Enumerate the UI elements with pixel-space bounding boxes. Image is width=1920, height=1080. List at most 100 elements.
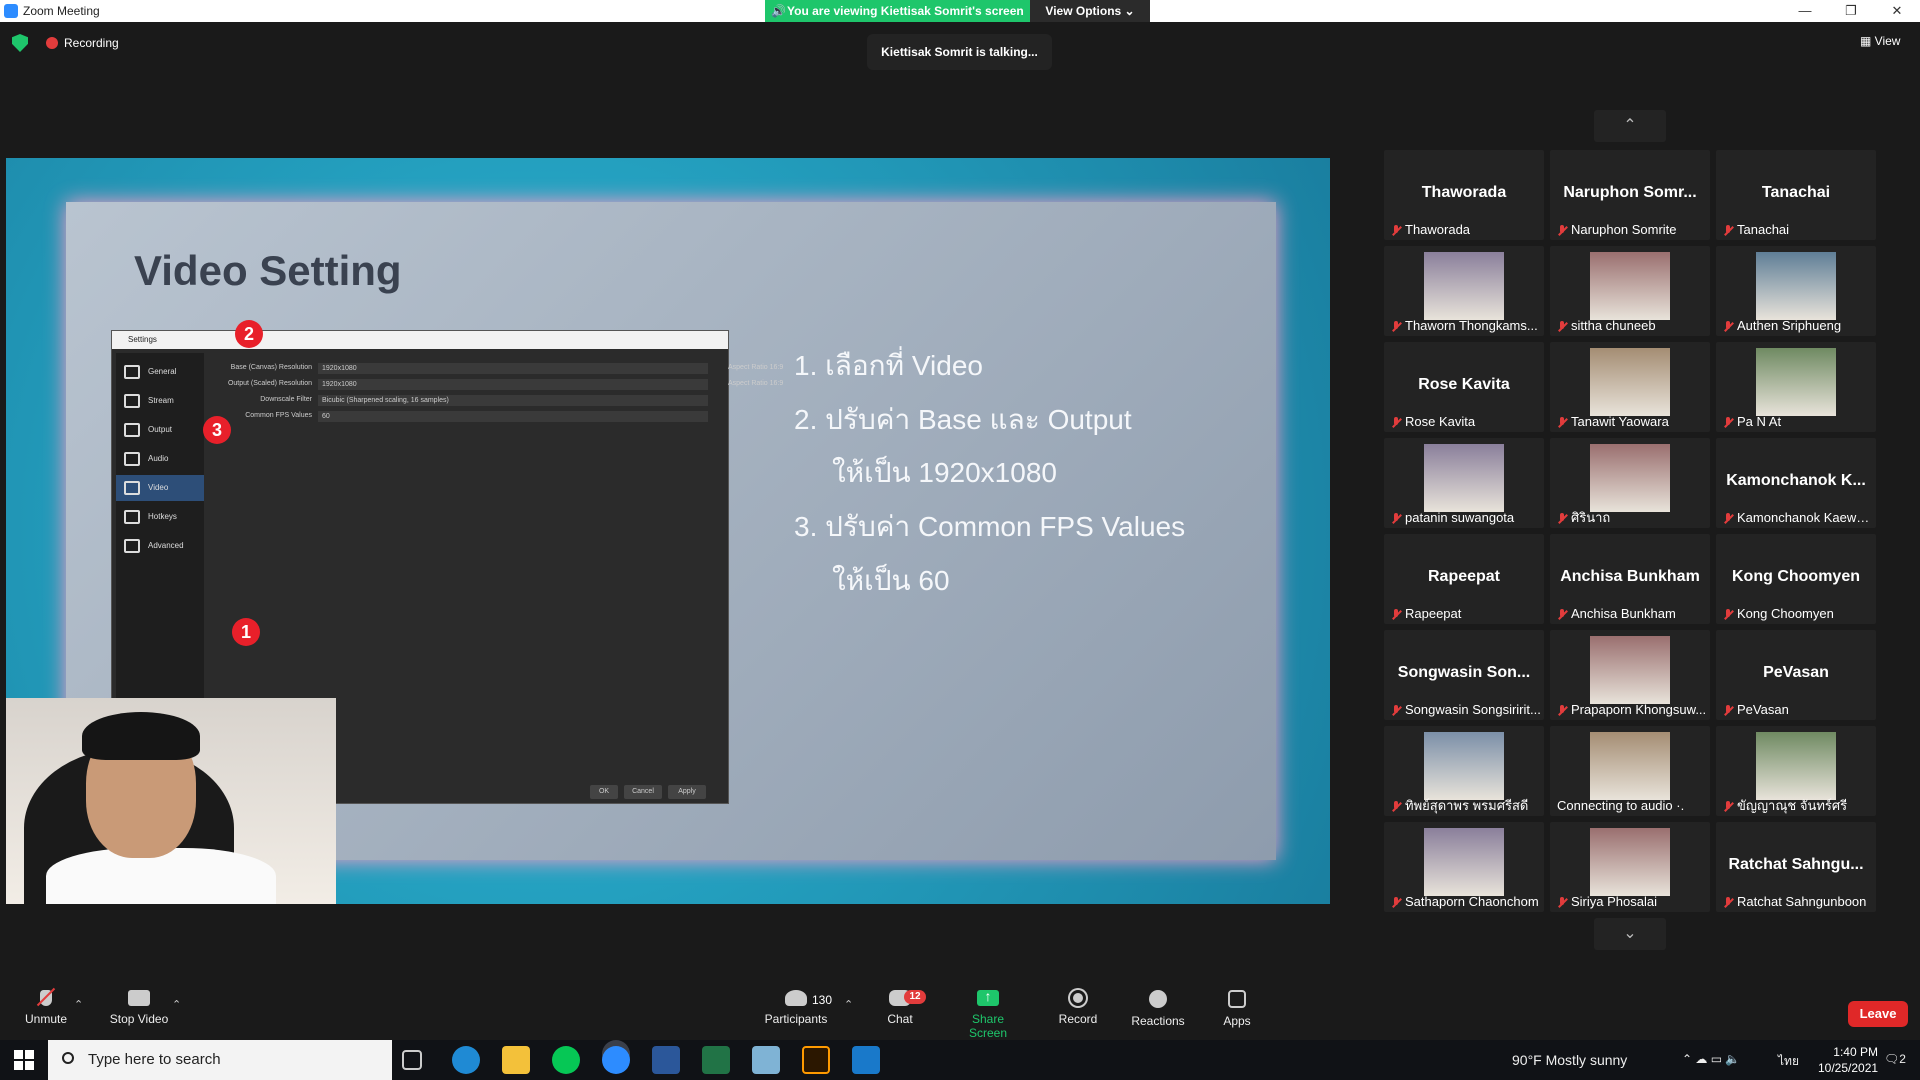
participant-name-label: Tanawit Yaowara <box>1553 414 1707 430</box>
close-icon[interactable]: ✕ <box>1874 0 1920 22</box>
minimize-icon[interactable]: — <box>1782 0 1828 22</box>
muted-mic-icon <box>1391 513 1401 523</box>
participant-tile[interactable]: patanin suwangota <box>1384 438 1544 528</box>
muted-mic-icon <box>1557 321 1567 331</box>
windows-taskbar: Type here to search 90°F Mostly sunny ⌃ … <box>0 1040 1920 1080</box>
muted-mic-icon <box>1723 225 1733 235</box>
muted-mic-icon <box>1557 897 1567 907</box>
file-explorer-icon[interactable] <box>502 1046 530 1074</box>
notification-center-icon[interactable]: 🗨2 <box>1884 1052 1906 1066</box>
word-icon[interactable] <box>652 1046 680 1074</box>
step-badge-1: 1 <box>232 618 260 646</box>
photos-icon[interactable] <box>852 1046 880 1074</box>
participants-count: 130 <box>812 993 833 1007</box>
taskbar-clock[interactable]: 1:40 PM 10/25/2021 <box>1818 1044 1878 1076</box>
settings-apply-button: Apply <box>668 785 706 799</box>
muted-mic-icon <box>1723 417 1733 427</box>
participant-tile[interactable]: Ratchat Sahngu... Ratchat Sahngunboon <box>1716 822 1876 912</box>
participant-tile[interactable]: PeVasan PeVasan <box>1716 630 1876 720</box>
leave-button[interactable]: Leave <box>1848 1001 1908 1027</box>
participant-video-thumbnail <box>1756 348 1836 416</box>
participant-name-label: Kamonchanok Kaews... <box>1719 510 1873 526</box>
gear-icon <box>124 365 140 379</box>
participant-video-thumbnail <box>1424 732 1504 800</box>
participant-video-thumbnail <box>1590 444 1670 512</box>
muted-mic-icon <box>1391 705 1401 715</box>
excel-icon[interactable] <box>702 1046 730 1074</box>
participant-tile[interactable]: ทิพย์สุดาพร พรมศรีสดี <box>1384 726 1544 816</box>
record-button[interactable]: Record <box>1056 990 1100 1036</box>
participant-display-name: Songwasin Son... <box>1397 664 1531 681</box>
recording-label[interactable]: Recording <box>64 36 119 50</box>
participant-tile[interactable]: Rapeepat Rapeepat <box>1384 534 1544 624</box>
encryption-shield-icon[interactable] <box>12 34 28 52</box>
apps-button[interactable]: Apps <box>1220 990 1254 1036</box>
participant-tile[interactable]: Authen Sriphueng <box>1716 246 1876 336</box>
unmute-button[interactable]: Unmute <box>22 990 70 1036</box>
participants-options-caret[interactable]: ⌃ <box>844 998 853 1011</box>
participant-display-name: Ratchat Sahngu... <box>1728 856 1864 873</box>
participant-tile[interactable]: Siriya Phosalai <box>1550 822 1710 912</box>
video-options-caret[interactable]: ⌃ <box>172 998 181 1011</box>
participant-tile[interactable]: Thaworn Thongkams... <box>1384 246 1544 336</box>
participant-video-thumbnail <box>1424 828 1504 896</box>
gallery-scroll-up-button[interactable]: ⌃ <box>1594 110 1666 142</box>
input-language[interactable]: ไทย <box>1778 1052 1799 1071</box>
recording-icon <box>46 37 58 49</box>
participant-name-label: ศิรินาถ <box>1553 510 1707 526</box>
view-button[interactable]: ▦ View <box>1860 34 1900 48</box>
participant-tile[interactable]: Anchisa Bunkham Anchisa Bunkham <box>1550 534 1710 624</box>
settings-item-video: Video <box>116 475 204 501</box>
participant-tile[interactable]: ขัญญาณุช จันทร์ศรี <box>1716 726 1876 816</box>
participant-name-label: Authen Sriphueng <box>1719 318 1873 334</box>
tray-icons[interactable]: ⌃ ☁ ▭ 🔈 <box>1682 1052 1740 1066</box>
participant-tile[interactable]: Tanawit Yaowara <box>1550 342 1710 432</box>
muted-mic-icon <box>1391 321 1401 331</box>
notepad-icon[interactable] <box>752 1046 780 1074</box>
participant-tile[interactable]: Songwasin Son... Songwasin Songsiririt... <box>1384 630 1544 720</box>
participant-name-label: Prapaporn Khongsuw... <box>1553 702 1707 718</box>
edge-browser-icon[interactable] <box>452 1046 480 1074</box>
participant-tile[interactable]: Thaworada Thaworada <box>1384 150 1544 240</box>
search-icon <box>62 1052 74 1064</box>
gallery-scroll-down-button[interactable]: ⌄ <box>1594 918 1666 950</box>
reactions-button[interactable]: Reactions <box>1130 990 1186 1036</box>
zoom-taskbar-icon[interactable] <box>602 1046 630 1074</box>
participant-tile[interactable]: Kamonchanok K... Kamonchanok Kaews... <box>1716 438 1876 528</box>
view-options-button[interactable]: View Options ⌄ <box>1030 0 1150 22</box>
taskbar-search-input[interactable]: Type here to search <box>48 1040 392 1080</box>
audio-options-caret[interactable]: ⌃ <box>74 998 83 1011</box>
participant-tile[interactable]: Connecting to audio ·. <box>1550 726 1710 816</box>
participant-tile[interactable]: Rose Kavita Rose Kavita <box>1384 342 1544 432</box>
reactions-icon <box>1149 990 1167 1008</box>
restore-icon[interactable]: ❐ <box>1828 0 1874 22</box>
viewing-text: You are viewing Kiettisak Somrit's scree… <box>787 4 1024 18</box>
participant-name-label: Kong Choomyen <box>1719 606 1873 622</box>
participant-tile[interactable]: Naruphon Somr... Naruphon Somrite <box>1550 150 1710 240</box>
participant-tile[interactable]: sittha chuneeb <box>1550 246 1710 336</box>
participant-tile[interactable]: ศิรินาถ <box>1550 438 1710 528</box>
antenna-icon <box>124 394 140 408</box>
settings-item-output: Output <box>116 417 204 443</box>
participant-display-name: Kamonchanok K... <box>1726 472 1866 489</box>
muted-mic-icon <box>1557 225 1567 235</box>
participant-video-thumbnail <box>1424 252 1504 320</box>
participant-tile[interactable]: Prapaporn Khongsuw... <box>1550 630 1710 720</box>
participant-display-name: Naruphon Somr... <box>1563 184 1697 201</box>
participant-tile[interactable]: Pa N At <box>1716 342 1876 432</box>
participant-name-label: ทิพย์สุดาพร พรมศรีสดี <box>1387 798 1541 814</box>
weather-widget[interactable]: 90°F Mostly sunny <box>1512 1052 1627 1068</box>
shared-screen: Video Setting Settings General Stream Ou… <box>6 158 1330 904</box>
participant-tile[interactable]: Sathaporn Chaonchom <box>1384 822 1544 912</box>
windows-start-icon[interactable] <box>14 1050 34 1070</box>
share-screen-button[interactable]: Share Screen <box>952 988 1024 1040</box>
participant-tile[interactable]: Tanachai Tanachai <box>1716 150 1876 240</box>
stop-video-button[interactable]: Stop Video <box>106 990 172 1036</box>
participant-tile[interactable]: Kong Choomyen Kong Choomyen <box>1716 534 1876 624</box>
line-app-icon[interactable] <box>552 1046 580 1074</box>
zoom-app-icon <box>4 4 18 18</box>
illustrator-icon[interactable] <box>802 1046 830 1074</box>
task-view-icon[interactable] <box>402 1050 422 1070</box>
share-screen-icon <box>977 988 999 1006</box>
participant-video-thumbnail <box>1590 348 1670 416</box>
